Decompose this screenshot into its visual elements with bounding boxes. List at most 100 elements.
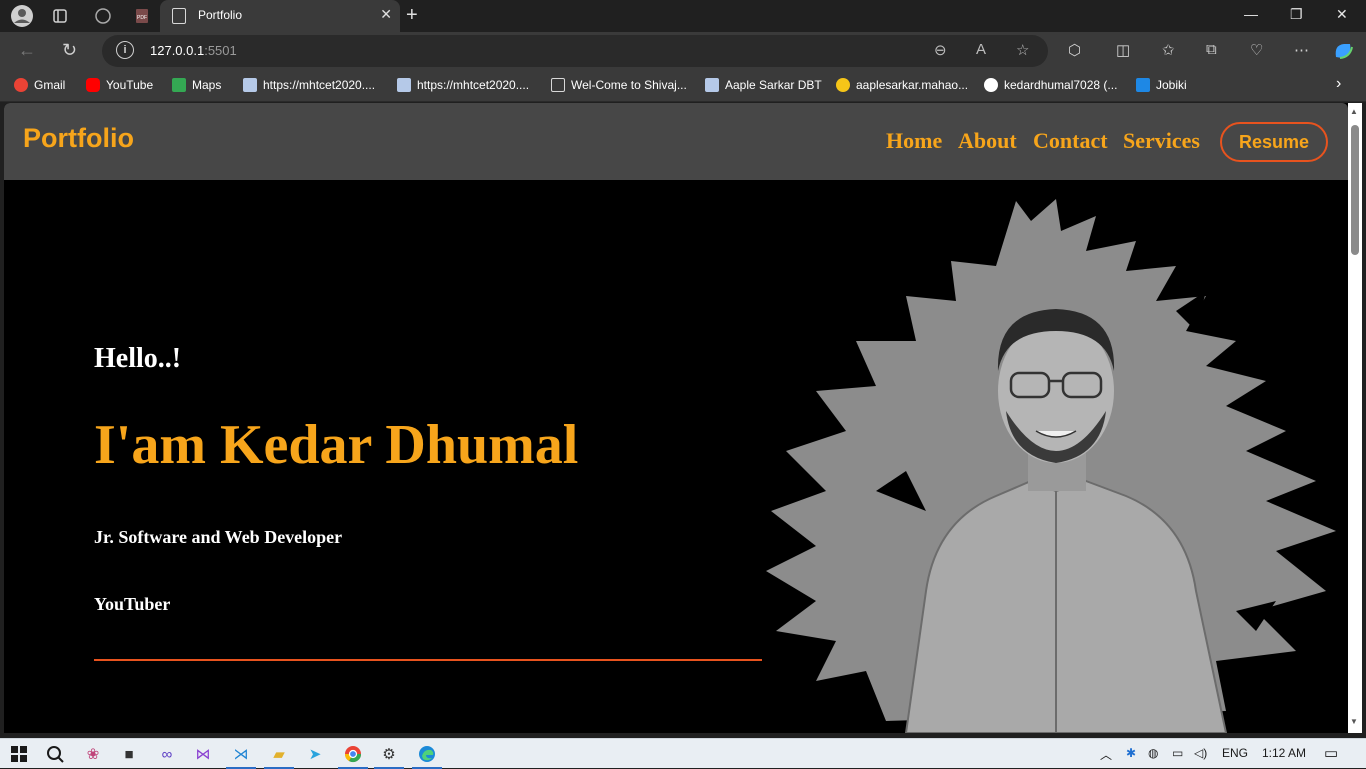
- maps-icon: [172, 78, 186, 92]
- bookmark-label: Gmail: [34, 78, 66, 92]
- more-options-icon[interactable]: ⋯: [1294, 41, 1309, 59]
- extensions-icon[interactable]: ⬡: [1068, 41, 1081, 59]
- nav-home[interactable]: Home: [886, 128, 942, 154]
- bookmark-github[interactable]: kedardhumal7028 (...: [984, 78, 1117, 92]
- app-icon-1[interactable]: ❀: [82, 743, 104, 765]
- site-info-icon[interactable]: i: [116, 41, 134, 59]
- tab-portfolio[interactable]: Portfolio ✕: [160, 0, 400, 32]
- bookmark-youtube[interactable]: YouTube: [86, 78, 153, 92]
- bookmark-label: https://mhtcet2020....: [417, 78, 530, 92]
- bookmark-label: Maps: [192, 78, 222, 92]
- bookmark-gmail[interactable]: Gmail: [14, 78, 65, 92]
- tab-actions-icon[interactable]: [48, 4, 72, 28]
- sticky-notes-icon[interactable]: ■: [118, 743, 140, 765]
- svg-text:PDF: PDF: [137, 15, 147, 21]
- new-tab-icon[interactable]: +: [406, 4, 418, 27]
- address-bar[interactable]: i 127.0.0.1:5501 ⊖ A ☆: [102, 35, 1048, 67]
- minimize-icon[interactable]: —: [1244, 6, 1258, 22]
- url-host: 127.0.0.1: [150, 43, 205, 58]
- site-logo[interactable]: Portfolio: [23, 123, 134, 154]
- bookmark-mhtcet-1[interactable]: https://mhtcet2020....: [243, 78, 375, 92]
- zoom-icon[interactable]: ⊖: [934, 41, 947, 59]
- browser-toolbar: ← ↻ i 127.0.0.1:5501 ⊖ A ☆ ⬡ ◫ ✩ ⧉ ♡ ⋯: [0, 32, 1366, 70]
- clock-time[interactable]: 1:12 AM: [1262, 746, 1306, 760]
- back-icon[interactable]: ←: [18, 40, 36, 61]
- bookmark-label: Aaple Sarkar DBT: [725, 78, 822, 92]
- collections-icon[interactable]: ⧉: [1206, 41, 1217, 58]
- hero-secondary-role: YouTuber: [94, 594, 171, 614]
- bluetooth-icon[interactable]: ✱: [1126, 746, 1136, 760]
- scroll-up-icon[interactable]: ▲: [1350, 107, 1358, 116]
- nav-services[interactable]: Services: [1123, 128, 1200, 154]
- youtube-icon: [86, 78, 100, 92]
- notifications-icon[interactable]: ▭: [1324, 744, 1338, 762]
- edge-icon[interactable]: [412, 743, 442, 769]
- scroll-down-icon[interactable]: ▼: [1350, 717, 1358, 726]
- tray-overflow-icon[interactable]: ︿: [1100, 746, 1112, 763]
- language-indicator[interactable]: ENG: [1222, 746, 1248, 760]
- scrollbar-thumb[interactable]: [1351, 125, 1359, 255]
- search-icon[interactable]: [44, 743, 66, 765]
- browser-title-bar: PDF Portfolio ✕ + — ❐ ✕: [0, 0, 1366, 32]
- bookmark-label: YouTube: [106, 78, 154, 92]
- site-navbar: Portfolio Home About Contact Services Re…: [4, 103, 1348, 180]
- page-icon: [551, 78, 565, 92]
- windows-start-icon[interactable]: [8, 743, 30, 765]
- refresh-icon[interactable]: ↻: [62, 40, 77, 61]
- pdf-tab-icon[interactable]: PDF: [130, 4, 154, 28]
- battery-icon[interactable]: ▭: [1172, 746, 1183, 760]
- read-aloud-icon[interactable]: A: [976, 41, 986, 58]
- volume-icon[interactable]: ◁): [1194, 746, 1207, 760]
- seal-icon: [836, 78, 850, 92]
- page-icon: [243, 78, 257, 92]
- close-window-icon[interactable]: ✕: [1336, 6, 1348, 23]
- bookmark-label: https://mhtcet2020....: [263, 78, 376, 92]
- bookmark-label: Wel-Come to Shivaj...: [571, 78, 687, 92]
- github-icon: [984, 78, 998, 92]
- performance-icon[interactable]: ♡: [1250, 41, 1263, 59]
- bookmark-aaple-sarkar-dbt[interactable]: Aaple Sarkar DBT: [705, 78, 822, 92]
- split-screen-icon[interactable]: ◫: [1116, 41, 1130, 59]
- resume-button[interactable]: Resume: [1220, 122, 1328, 162]
- windows-taskbar: ❀ ■ ∞ ⋈ ⋊ ▰ ➤ ⚙ ︿ ✱ ◍ ▭ ◁) ENG 1:12 AM ▭: [0, 738, 1366, 769]
- settings-gear-icon[interactable]: ⚙: [374, 743, 404, 769]
- bookmark-label: aaplesarkar.mahao...: [856, 78, 969, 92]
- nav-about[interactable]: About: [958, 128, 1017, 154]
- chrome-icon[interactable]: [338, 743, 368, 769]
- portfolio-page: Portfolio Home About Contact Services Re…: [4, 103, 1348, 733]
- bookmarks-overflow-icon[interactable]: ›: [1336, 75, 1341, 93]
- file-explorer-icon[interactable]: ▰: [264, 743, 294, 769]
- page-icon: [705, 78, 719, 92]
- bookmark-maps[interactable]: Maps: [172, 78, 221, 92]
- page-scrollbar[interactable]: ▲ ▼: [1348, 103, 1362, 733]
- hero-name: I'am Kedar Dhumal: [94, 414, 579, 476]
- favorites-icon[interactable]: ✩: [1162, 41, 1175, 59]
- nav-contact[interactable]: Contact: [1033, 128, 1108, 154]
- bookmark-mhtcet-2[interactable]: https://mhtcet2020....: [397, 78, 529, 92]
- infinity-app-icon[interactable]: ∞: [156, 743, 178, 765]
- vscode-icon[interactable]: ⋊: [226, 743, 256, 769]
- bookmarks-bar: Gmail YouTube Maps https://mhtcet2020...…: [0, 70, 1366, 102]
- page-icon: [172, 8, 186, 24]
- github-tab-icon[interactable]: [91, 4, 115, 28]
- close-tab-icon[interactable]: ✕: [380, 6, 392, 23]
- bookmark-jobiki[interactable]: Jobiki: [1136, 78, 1187, 92]
- copilot-icon[interactable]: [1332, 41, 1354, 65]
- bookmark-shivaji[interactable]: Wel-Come to Shivaj...: [551, 78, 687, 92]
- bookmark-label: kedardhumal7028 (...: [1004, 78, 1118, 92]
- url-port: :5501: [204, 43, 237, 58]
- greeting-text: Hello..!: [94, 343, 182, 374]
- tab-title: Portfolio: [198, 8, 243, 22]
- bookmark-aaplesarkar[interactable]: aaplesarkar.mahao...: [836, 78, 968, 92]
- bookmark-label: Jobiki: [1156, 78, 1187, 92]
- visual-studio-icon[interactable]: ⋈: [192, 743, 214, 765]
- restore-icon[interactable]: ❐: [1290, 6, 1303, 23]
- favorite-star-icon[interactable]: ☆: [1016, 41, 1029, 59]
- jobiki-icon: [1136, 78, 1150, 92]
- profile-photo: [766, 199, 1336, 733]
- profile-icon[interactable]: [10, 4, 34, 28]
- telegram-icon[interactable]: ➤: [304, 743, 326, 765]
- google-icon: [14, 78, 28, 92]
- url-text[interactable]: 127.0.0.1:5501: [150, 43, 237, 58]
- network-globe-icon[interactable]: ◍: [1148, 746, 1158, 760]
